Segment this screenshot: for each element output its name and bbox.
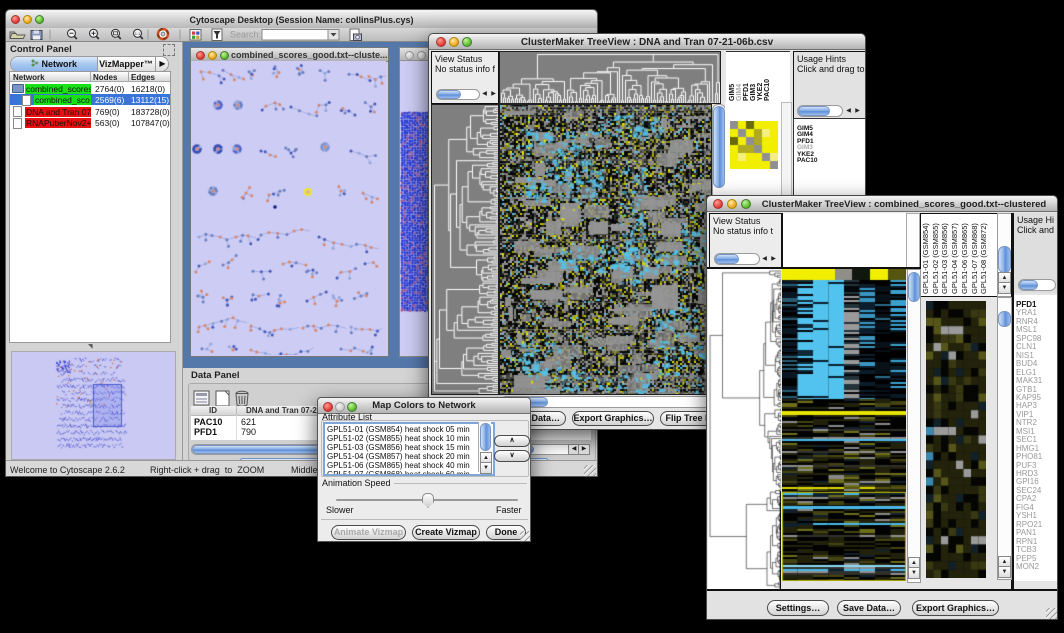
- svg-text:Search:: Search:: [230, 30, 261, 40]
- svg-text:1:1: 1:1: [135, 31, 141, 36]
